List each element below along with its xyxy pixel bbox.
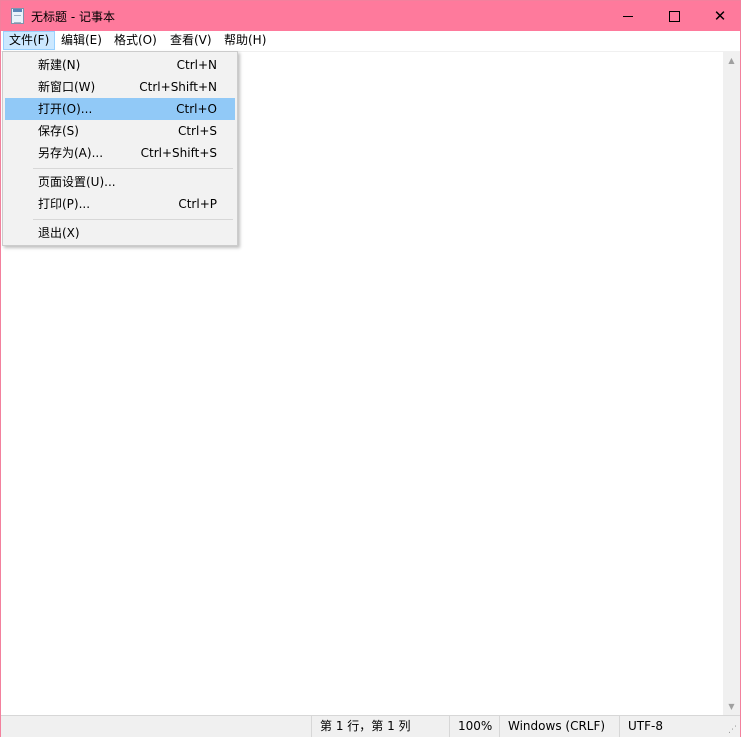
- menu-item-shortcut: Ctrl+N: [176, 58, 217, 72]
- menu-item-label: 保存(S): [38, 124, 79, 138]
- title-bar[interactable]: 无标题 - 记事本 ✕: [1, 1, 740, 31]
- menu-item-shortcut: Ctrl+S: [177, 124, 217, 138]
- menu-item-label: 新窗口(W): [38, 80, 96, 94]
- menu-item-shortcut: Ctrl+Shift+S: [140, 146, 217, 160]
- status-line-ending: Windows (CRLF): [499, 716, 618, 737]
- close-button[interactable]: ✕: [697, 1, 741, 31]
- status-cursor-position: 第 1 行，第 1 列: [311, 716, 450, 737]
- window-title: 无标题 - 记事本: [31, 10, 115, 24]
- menu-item-label: 页面设置(U)...: [38, 175, 116, 189]
- menu-item-save[interactable]: 保存(S) Ctrl+S: [5, 120, 235, 142]
- menu-item-page-setup[interactable]: 页面设置(U)...: [5, 171, 235, 193]
- maximize-icon: [668, 11, 680, 22]
- menu-separator: [33, 219, 233, 220]
- scroll-down-icon[interactable]: ▼: [723, 698, 740, 715]
- menu-item-label: 另存为(A)...: [38, 146, 104, 160]
- maximize-button[interactable]: [651, 1, 697, 31]
- menu-item-label: 打印(P)...: [38, 197, 91, 211]
- minimize-button[interactable]: [605, 1, 651, 31]
- status-bar: 第 1 行，第 1 列 100% Windows (CRLF) UTF-8 ⋰: [1, 715, 740, 737]
- menu-edit[interactable]: 编辑(E): [56, 31, 107, 50]
- minimize-icon: [623, 16, 633, 17]
- vertical-scrollbar[interactable]: ▲ ▼: [723, 52, 740, 715]
- menu-item-new[interactable]: 新建(N) Ctrl+N: [5, 54, 235, 76]
- resize-grip-icon[interactable]: ⋰: [728, 725, 738, 735]
- menu-item-save-as[interactable]: 另存为(A)... Ctrl+Shift+S: [5, 142, 235, 164]
- menu-item-shortcut: Ctrl+Shift+N: [139, 80, 217, 94]
- status-zoom: 100%: [449, 716, 498, 737]
- menu-view[interactable]: 查看(V): [165, 31, 217, 50]
- menu-format[interactable]: 格式(O): [109, 31, 162, 50]
- menu-item-label: 打开(O)...: [38, 102, 93, 116]
- menu-item-label: 新建(N): [38, 58, 81, 72]
- menu-item-shortcut: Ctrl+P: [178, 197, 217, 211]
- menu-item-label: 退出(X): [38, 226, 80, 240]
- menu-bar: 文件(F) 编辑(E) 格式(O) 查看(V) 帮助(H): [1, 31, 740, 52]
- menu-help[interactable]: 帮助(H): [219, 31, 271, 50]
- notepad-icon[interactable]: [11, 8, 24, 24]
- menu-item-open[interactable]: 打开(O)... Ctrl+O: [5, 98, 235, 120]
- close-icon: ✕: [713, 7, 727, 25]
- file-menu-dropdown: 新建(N) Ctrl+N 新窗口(W) Ctrl+Shift+N 打开(O)..…: [2, 51, 238, 246]
- menu-item-shortcut: Ctrl+O: [176, 102, 217, 116]
- menu-separator: [33, 168, 233, 169]
- status-encoding: UTF-8: [619, 716, 728, 737]
- notepad-window: 无标题 - 记事本 ✕ 文件(F) 编辑(E) 格式(O) 查看(V) 帮助(H…: [0, 0, 741, 737]
- menu-item-exit[interactable]: 退出(X): [5, 222, 235, 244]
- menu-file[interactable]: 文件(F): [3, 31, 56, 50]
- menu-item-print[interactable]: 打印(P)... Ctrl+P: [5, 193, 235, 215]
- menu-item-new-window[interactable]: 新窗口(W) Ctrl+Shift+N: [5, 76, 235, 98]
- scroll-up-icon[interactable]: ▲: [723, 52, 740, 69]
